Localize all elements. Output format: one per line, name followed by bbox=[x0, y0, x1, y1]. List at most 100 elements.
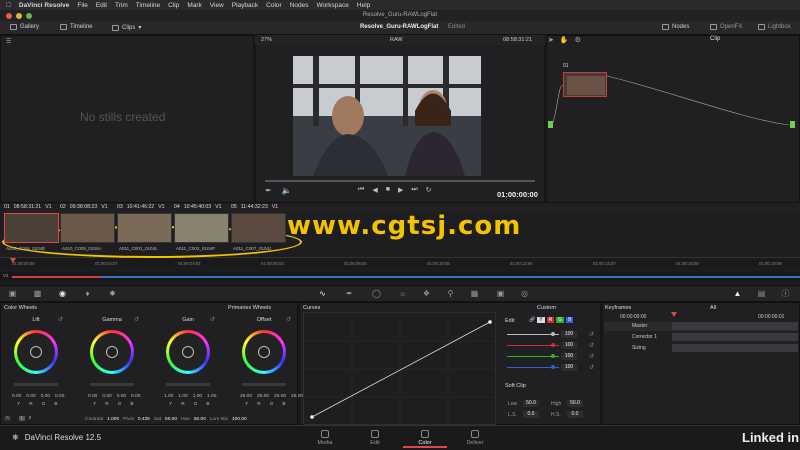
channel-value[interactable]: 100 bbox=[561, 331, 577, 338]
scopes-icon[interactable]: ▲ bbox=[733, 289, 742, 298]
tracker-icon[interactable]: ☼ bbox=[398, 289, 407, 298]
openfx-button[interactable]: OpenFX bbox=[710, 24, 742, 30]
contrast-value[interactable]: 1.000 bbox=[107, 417, 119, 422]
keyframe-row[interactable]: Master bbox=[604, 322, 798, 331]
master-wheel-bar[interactable] bbox=[14, 383, 58, 386]
wheel-center-handle[interactable] bbox=[258, 346, 270, 358]
zoom-level[interactable]: 27% bbox=[261, 37, 272, 43]
sizing-icon[interactable]: ▦ bbox=[470, 289, 479, 298]
menu-playback[interactable]: Playback bbox=[232, 2, 258, 9]
stop-icon[interactable]: ■ bbox=[386, 186, 390, 194]
wheel-value[interactable]: 25.00 bbox=[257, 394, 269, 399]
page-tab-deliver[interactable]: Deliver bbox=[455, 430, 495, 446]
play-icon[interactable]: ▶ bbox=[398, 186, 403, 194]
pointer-icon[interactable]: ➤ bbox=[548, 36, 554, 44]
hs-value[interactable]: 0.0 bbox=[567, 411, 583, 418]
master-wheel-bar[interactable] bbox=[166, 383, 210, 386]
hue-value[interactable]: 50.00 bbox=[194, 417, 206, 422]
apple-icon[interactable]:  bbox=[6, 2, 11, 9]
rgb-mixer-icon[interactable]: ♦ bbox=[83, 289, 92, 298]
page-1-button[interactable]: 1 bbox=[18, 416, 26, 421]
qualifier-icon[interactable]: ✒ bbox=[345, 289, 354, 298]
g-toggle[interactable]: G bbox=[556, 317, 565, 323]
wheel-value[interactable]: 1.00 bbox=[193, 394, 202, 399]
clip-segment-rest[interactable] bbox=[100, 276, 800, 278]
camera-raw-icon[interactable]: ▣ bbox=[8, 289, 17, 298]
blur-icon[interactable]: ❖ bbox=[422, 289, 431, 298]
minimize-icon[interactable] bbox=[16, 13, 22, 19]
wheel-value[interactable]: 0.00 bbox=[41, 394, 50, 399]
hand-icon[interactable]: ✋ bbox=[560, 36, 569, 44]
menu-trim[interactable]: Trim bbox=[115, 2, 128, 9]
curves-mode-select[interactable]: Custom bbox=[537, 305, 556, 311]
stereo-icon[interactable]: ◎ bbox=[520, 289, 529, 298]
wheel-value[interactable]: 25.00 bbox=[274, 394, 286, 399]
reset-icon[interactable]: ↺ bbox=[589, 342, 594, 349]
reset-icon[interactable]: ↺ bbox=[589, 353, 594, 360]
wheel-center-handle[interactable] bbox=[106, 346, 118, 358]
wheel-value[interactable]: 0.00 bbox=[117, 394, 126, 399]
menu-mark[interactable]: Mark bbox=[187, 2, 201, 9]
play-reverse-icon[interactable]: ◀ bbox=[372, 186, 377, 194]
pen-icon[interactable]: ✒ bbox=[265, 186, 272, 195]
maximize-icon[interactable] bbox=[26, 13, 32, 19]
wheel-value[interactable]: 1.00 bbox=[164, 394, 173, 399]
menu-nodes[interactable]: Nodes bbox=[290, 2, 309, 9]
lightbox-button[interactable]: Lightbox bbox=[758, 24, 791, 30]
reset-icon[interactable]: ↺ bbox=[286, 316, 291, 323]
wheel-center-handle[interactable] bbox=[182, 346, 194, 358]
settings-icon[interactable]: ⚙ bbox=[575, 36, 581, 44]
r-toggle[interactable]: R bbox=[546, 317, 555, 323]
wheel-value[interactable]: 0.00 bbox=[102, 394, 111, 399]
master-wheel-bar[interactable] bbox=[242, 383, 286, 386]
menu-color[interactable]: Color bbox=[266, 2, 282, 9]
skip-start-icon[interactable]: ⏮ bbox=[358, 186, 364, 194]
page-tab-color[interactable]: Color bbox=[405, 430, 445, 446]
wheel-value[interactable]: 0.00 bbox=[131, 394, 140, 399]
timeline-button[interactable]: Timeline bbox=[60, 24, 92, 30]
wheel-value[interactable]: 0.00 bbox=[55, 394, 64, 399]
wheel-value[interactable]: 25.00 bbox=[240, 394, 252, 399]
node-output-icon[interactable] bbox=[790, 121, 795, 128]
color-match-icon[interactable]: ▩ bbox=[33, 289, 42, 298]
histogram-icon[interactable]: ▤ bbox=[757, 289, 766, 298]
loop-icon[interactable]: ↻ bbox=[426, 186, 432, 194]
link-icon[interactable]: 🔗 bbox=[529, 317, 535, 323]
reset-icon[interactable]: ↺ bbox=[210, 316, 215, 323]
channel-value[interactable]: 100 bbox=[561, 342, 577, 349]
3d-icon[interactable]: ▣ bbox=[496, 289, 505, 298]
viewer-mode[interactable]: RAW bbox=[390, 37, 403, 43]
wheel-value[interactable]: 0.00 bbox=[26, 394, 35, 399]
reset-icon[interactable]: ↺ bbox=[589, 364, 594, 371]
wheel-value[interactable]: 1.00 bbox=[207, 394, 216, 399]
wheel-value[interactable]: 0.00 bbox=[12, 394, 21, 399]
clip-thumbnail[interactable] bbox=[4, 213, 59, 243]
wheels-mode-select[interactable]: Primaries Wheels bbox=[228, 305, 271, 311]
key-icon[interactable]: ⚲ bbox=[446, 289, 455, 298]
menu-timeline[interactable]: Timeline bbox=[136, 2, 160, 9]
y-toggle[interactable]: Y bbox=[537, 317, 545, 323]
mode-a-button[interactable]: A bbox=[4, 416, 12, 421]
ls-value[interactable]: 0.0 bbox=[523, 411, 539, 418]
clip-mode-select[interactable]: Clip bbox=[710, 36, 720, 42]
keyframe-playhead[interactable] bbox=[671, 312, 677, 317]
window-icon[interactable]: ◯ bbox=[372, 289, 381, 298]
list-view-icon[interactable]: ☰ bbox=[6, 39, 11, 45]
master-wheel-bar[interactable] bbox=[90, 383, 134, 386]
wheel-value[interactable]: 25.00 bbox=[291, 394, 303, 399]
menu-workspace[interactable]: Workspace bbox=[316, 2, 348, 9]
keyframe-track[interactable] bbox=[672, 333, 798, 341]
channel-value[interactable]: 100 bbox=[561, 353, 577, 360]
clip-thumbnail[interactable] bbox=[60, 213, 115, 243]
curves-icon[interactable]: ∿ bbox=[318, 289, 327, 298]
keyframes-filter[interactable]: All bbox=[710, 305, 716, 311]
reset-icon[interactable]: ↺ bbox=[134, 316, 139, 323]
audio-icon[interactable]: 🔈 bbox=[282, 186, 292, 195]
close-icon[interactable] bbox=[6, 13, 12, 19]
keyframe-row[interactable]: Corrector 1 bbox=[604, 333, 798, 342]
keyframe-track[interactable] bbox=[672, 322, 798, 330]
clip-thumbnail[interactable] bbox=[174, 213, 229, 243]
info-icon[interactable]: ⓘ bbox=[781, 289, 790, 298]
curves-graph[interactable] bbox=[303, 312, 497, 426]
wheel-value[interactable]: 1.00 bbox=[178, 394, 187, 399]
